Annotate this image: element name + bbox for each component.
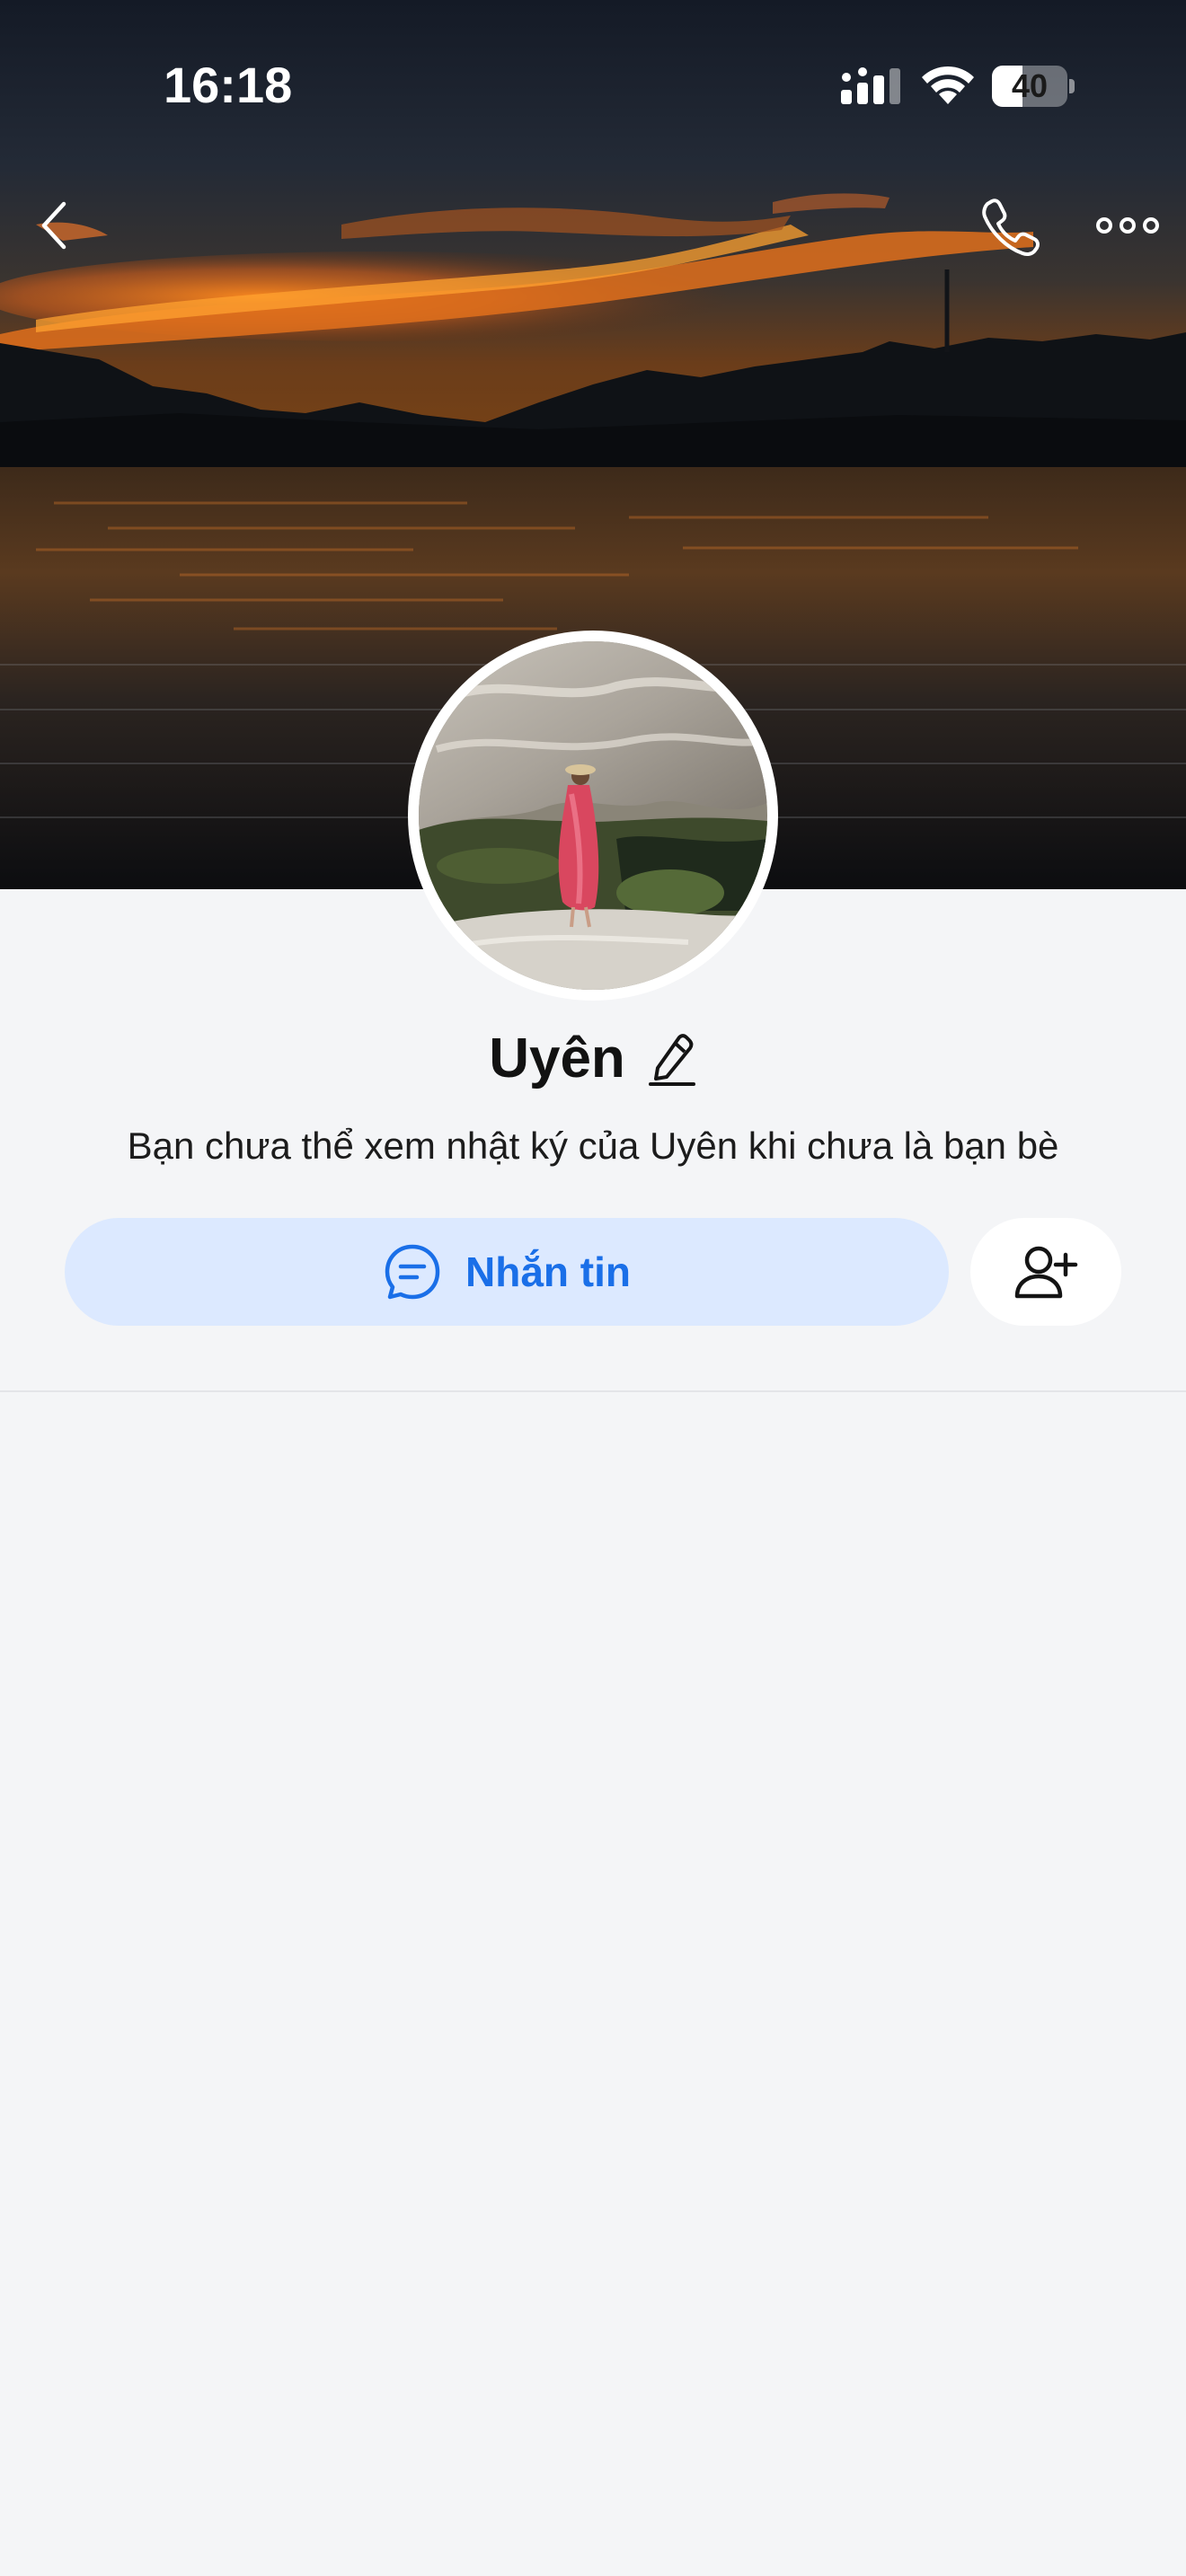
user-plus-icon [1014, 1246, 1078, 1299]
privacy-note: Bạn chưa thể xem nhật ký của Uyên khi ch… [127, 1125, 1059, 1167]
status-bar: 16:18 40 [0, 0, 1186, 171]
battery-icon: 40 [992, 66, 1075, 107]
battery-level: 40 [1011, 67, 1049, 104]
profile-name-row: Uyên [0, 1022, 1186, 1094]
avatar-photo [419, 641, 767, 990]
signal-icon [841, 67, 900, 104]
wifi-icon [922, 66, 974, 104]
profile-content-area [0, 1392, 1186, 2576]
more-button[interactable] [1087, 185, 1168, 266]
chevron-left-icon [41, 201, 66, 250]
profile-name: Uyên [489, 1027, 625, 1090]
back-button[interactable] [14, 185, 95, 266]
call-button[interactable] [969, 185, 1049, 266]
chat-bubble-icon [385, 1244, 440, 1300]
pencil-icon[interactable] [647, 1028, 697, 1088]
add-friend-button[interactable] [970, 1218, 1121, 1326]
phone-icon [982, 198, 1040, 257]
avatar[interactable] [408, 631, 778, 1001]
more-horizontal-icon [1096, 217, 1159, 234]
status-time: 16:18 [164, 57, 293, 113]
message-button-label: Nhắn tin [465, 1248, 631, 1295]
message-button[interactable]: Nhắn tin [65, 1218, 949, 1326]
